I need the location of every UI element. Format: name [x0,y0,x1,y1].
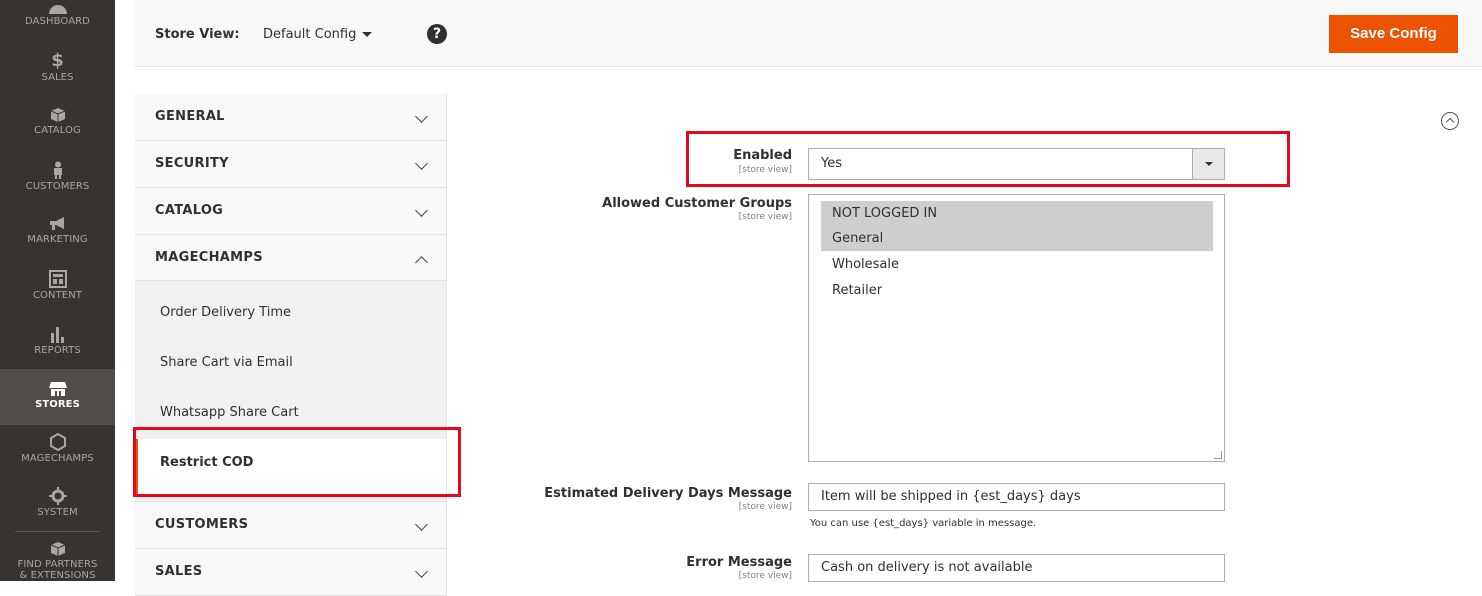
chevron-down-icon [415,110,428,123]
menu-label: Reports [34,345,81,356]
subtab-label: Order Delivery Time [160,305,291,320]
tab-label: GENERAL [155,109,225,124]
resize-handle-icon[interactable] [1214,451,1222,459]
menu-item-sales[interactable]: $ Sales [0,52,115,92]
enabled-label: Enabled [733,148,792,163]
subtab-restrict-cod[interactable]: Restrict COD [135,439,446,494]
menu-item-magechamps[interactable]: MageChamps [0,433,115,473]
enabled-select[interactable]: Yes [808,148,1225,180]
menu-item-stores[interactable]: Stores [0,369,115,425]
save-config-button[interactable]: Save Config [1329,15,1458,53]
error-message-label: Error Message [686,555,792,570]
menu-label: Stores [35,399,80,410]
option-retailer[interactable]: Retailer [821,278,1213,303]
menu-item-marketing[interactable]: Marketing [0,216,115,256]
delivery-message-label: Estimated Delivery Days Message [544,486,792,501]
tab-general[interactable]: GENERAL [135,94,446,141]
hexagon-icon [49,433,66,451]
submenu-spacer [135,494,446,502]
error-message-scope: [store view] [738,571,792,581]
chevron-down-icon [415,518,428,531]
customer-groups-label: Allowed Customer Groups [602,196,792,211]
chevron-up-icon [415,256,428,269]
chevron-down-icon [415,565,428,578]
menu-item-system[interactable]: System [0,487,115,527]
subtab-share-cart-email[interactable]: Share Cart via Email [135,339,446,389]
chevron-down-icon [415,157,428,170]
config-tabs: GENERAL SECURITY CATALOG MAGECHAMPS Orde… [135,94,447,596]
menu-item-partners[interactable]: Find Partners & Extensions [0,541,115,581]
menu-item-catalog[interactable]: Catalog [0,107,115,147]
menu-label: Marketing [27,234,88,245]
tab-sales[interactable]: SALES [135,549,446,596]
menu-label: Content [32,290,83,301]
subtab-label: Share Cart via Email [160,355,293,370]
menu-label: & Extensions [19,570,96,581]
bar-chart-icon [50,327,64,343]
menu-divider [15,531,100,532]
subtab-label: Restrict COD [160,455,254,470]
gear-icon [48,487,67,505]
option-wholesale[interactable]: Wholesale [821,252,1213,277]
menu-item-dashboard[interactable]: Dashboard [0,0,115,38]
menu-label: Customers [25,181,90,192]
select-arrow-icon [1192,149,1224,179]
enabled-scope: [store view] [738,165,792,175]
admin-menu: Dashboard $ Sales Catalog Customers Mark… [0,0,115,581]
delivery-message-input[interactable]: Item will be shipped in {est_days} days [808,483,1225,511]
subtab-label: Whatsapp Share Cart [160,405,299,420]
menu-item-content[interactable]: Content [0,270,115,310]
menu-item-reports[interactable]: Reports [0,325,115,365]
tab-label: CUSTOMERS [155,517,249,532]
tab-catalog[interactable]: CATALOG [135,188,446,235]
submenu-spacer [135,281,446,289]
chevron-down-icon [415,204,428,217]
page-actions-bar: Store View: Default Config ? Save Config [135,0,1482,67]
box-icon [50,542,65,556]
menu-label: Catalog [34,125,81,136]
dashboard-icon [48,5,67,14]
menu-label: System [37,507,78,518]
store-icon [48,382,67,396]
person-icon [53,161,62,179]
tab-label: CATALOG [155,203,224,218]
caret-down-icon [362,32,373,37]
dollar-icon: $ [51,50,64,71]
megaphone-icon [49,217,64,230]
menu-item-customers[interactable]: Customers [0,161,115,201]
subtab-whatsapp-share-cart[interactable]: Whatsapp Share Cart [135,389,446,439]
menu-label: MageChamps [21,453,94,464]
collapse-section-icon[interactable] [1441,112,1459,130]
delivery-message-scope: [store view] [738,502,792,512]
box-icon [50,108,65,122]
option-general[interactable]: General [821,226,1213,251]
tab-label: SALES [155,564,203,579]
delivery-message-note: You can use {est_days} variable in messa… [810,518,1037,529]
layout-icon [48,270,67,288]
store-view-value: Default Config [263,27,357,42]
error-message-input[interactable]: Cash on delivery is not available [808,554,1225,582]
tab-customers[interactable]: CUSTOMERS [135,502,446,549]
tab-label: SECURITY [155,156,229,171]
customer-groups-multiselect[interactable]: NOT LOGGED IN General Wholesale Retailer [808,194,1225,462]
tab-label: MAGECHAMPS [155,250,263,265]
tab-security[interactable]: SECURITY [135,141,446,188]
enabled-value: Yes [821,156,842,171]
option-not-logged-in[interactable]: NOT LOGGED IN [821,201,1213,226]
help-icon[interactable]: ? [427,24,447,44]
store-view-switcher[interactable]: Default Config [263,27,373,42]
menu-label: Sales [41,72,74,83]
subtab-order-delivery-time[interactable]: Order Delivery Time [135,289,446,339]
tab-magechamps[interactable]: MAGECHAMPS [135,235,446,281]
store-view-label: Store View: [155,27,240,42]
menu-label: Dashboard [24,16,90,27]
menu-label: Find Partners [17,559,98,570]
customer-groups-scope: [store view] [738,212,792,222]
